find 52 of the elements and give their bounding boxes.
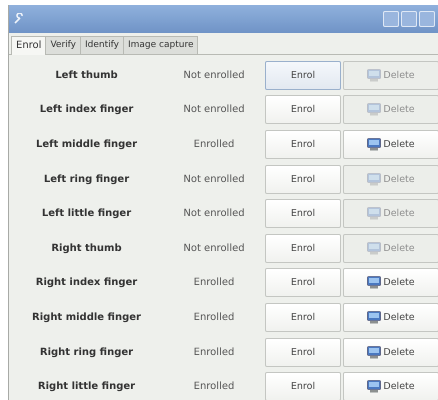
minimize-button[interactable] — [383, 11, 399, 27]
monitor-icon — [367, 346, 382, 359]
delete-button[interactable]: Delete — [343, 372, 438, 400]
tab[interactable]: Verify — [45, 36, 81, 54]
enrol-button[interactable]: Enrol — [265, 95, 341, 124]
status-label: Enrolled — [192, 277, 236, 288]
finger-label: Left little finger — [40, 208, 132, 220]
enrol-button[interactable]: Enrol — [265, 60, 341, 90]
finger-label: Left ring finger — [42, 174, 130, 185]
monitor-icon — [367, 172, 382, 186]
finger-label: Right little finger — [36, 381, 136, 392]
finger-label: Right thumb — [50, 242, 123, 254]
enrol-button[interactable]: Enrol — [265, 302, 341, 332]
finger-label: Right middle finger — [31, 312, 142, 323]
monitor-icon — [367, 68, 382, 82]
delete-button[interactable]: Delete — [343, 130, 438, 159]
monitor-icon — [367, 207, 382, 220]
delete-button[interactable]: Delete — [343, 338, 438, 367]
status-label: Not enrolled — [182, 174, 246, 185]
delete-button[interactable]: Delete — [343, 302, 438, 332]
monitor-icon — [367, 138, 382, 151]
status-label: Enrolled — [192, 346, 236, 358]
enrol-button[interactable]: Enrol — [265, 130, 341, 159]
finger-label: Right ring finger — [38, 346, 134, 358]
maximize-button[interactable] — [401, 11, 417, 27]
monitor-icon — [367, 380, 382, 394]
monitor-icon — [367, 242, 382, 255]
status-label: Enrolled — [192, 138, 236, 150]
status-label: Not enrolled — [182, 208, 246, 220]
status-label: Not enrolled — [182, 242, 246, 254]
monitor-icon — [367, 103, 382, 116]
status-label: Not enrolled — [182, 104, 246, 116]
tab[interactable]: Identify — [80, 36, 124, 54]
enrol-button[interactable]: Enrol — [265, 234, 341, 263]
enrol-button[interactable]: Enrol — [265, 199, 341, 228]
finger-label: Right index finger — [34, 277, 138, 288]
close-button[interactable] — [419, 11, 435, 27]
enrol-button[interactable]: Enrol — [265, 338, 341, 367]
monitor-icon — [367, 276, 382, 290]
enrol-button[interactable]: Enrol — [265, 372, 341, 400]
status-label: Enrolled — [192, 381, 236, 392]
status-label: Not enrolled — [182, 70, 246, 81]
monitor-icon — [367, 310, 382, 324]
enrol-button[interactable]: Enrol — [265, 268, 341, 298]
finger-label: Left thumb — [54, 70, 119, 81]
tab[interactable]: Enrol — [11, 36, 46, 55]
enrol-button[interactable]: Enrol — [265, 164, 341, 194]
finger-label: Left index finger — [38, 104, 134, 116]
finger-label: Left middle finger — [34, 138, 138, 150]
tab[interactable]: Image capture — [122, 36, 198, 54]
status-label: Enrolled — [192, 312, 236, 323]
delete-button[interactable]: Delete — [343, 268, 438, 298]
